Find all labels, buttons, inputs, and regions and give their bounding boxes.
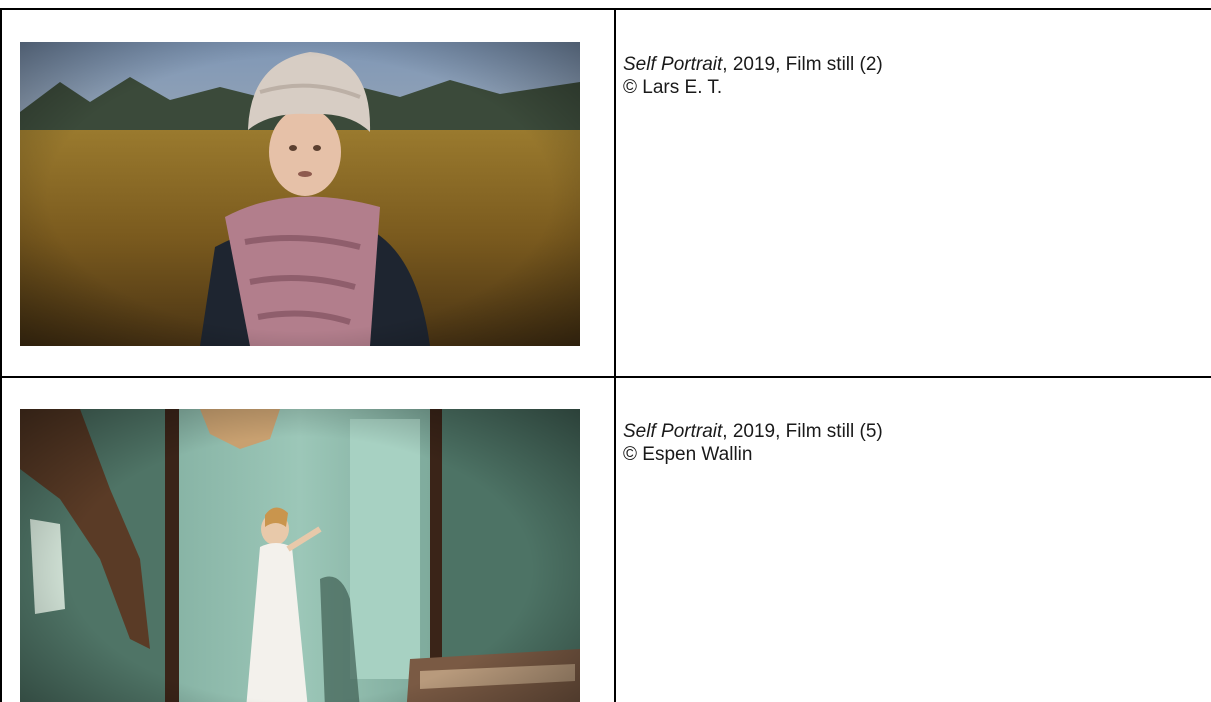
caption-line-2: Self Portrait, 2019, Film still (5) bbox=[623, 420, 883, 443]
photo-credit: © Espen Wallin bbox=[623, 444, 753, 465]
film-still-image-2 bbox=[20, 409, 580, 702]
caption-2: Self Portrait, 2019, Film still (5) © Es… bbox=[623, 420, 883, 466]
film-still-image-1 bbox=[20, 42, 580, 346]
artwork-title: Self Portrait bbox=[623, 421, 723, 442]
caption-1: Self Portrait, 2019, Film still (2) © La… bbox=[623, 53, 883, 99]
artwork-title: Self Portrait bbox=[623, 54, 723, 75]
table-row-divider bbox=[0, 376, 1211, 378]
table-column-divider bbox=[614, 8, 616, 702]
image-caption-table: Self Portrait, 2019, Film still (2) © La… bbox=[0, 0, 1211, 702]
artwork-details: , 2019, Film still (5) bbox=[722, 421, 883, 442]
table-border-top bbox=[0, 8, 1211, 10]
photo-credit: © Lars E. T. bbox=[623, 77, 723, 98]
artwork-details: , 2019, Film still (2) bbox=[722, 54, 883, 75]
caption-line-1: Self Portrait, 2019, Film still (2) bbox=[623, 53, 883, 76]
table-border-left bbox=[0, 8, 2, 702]
